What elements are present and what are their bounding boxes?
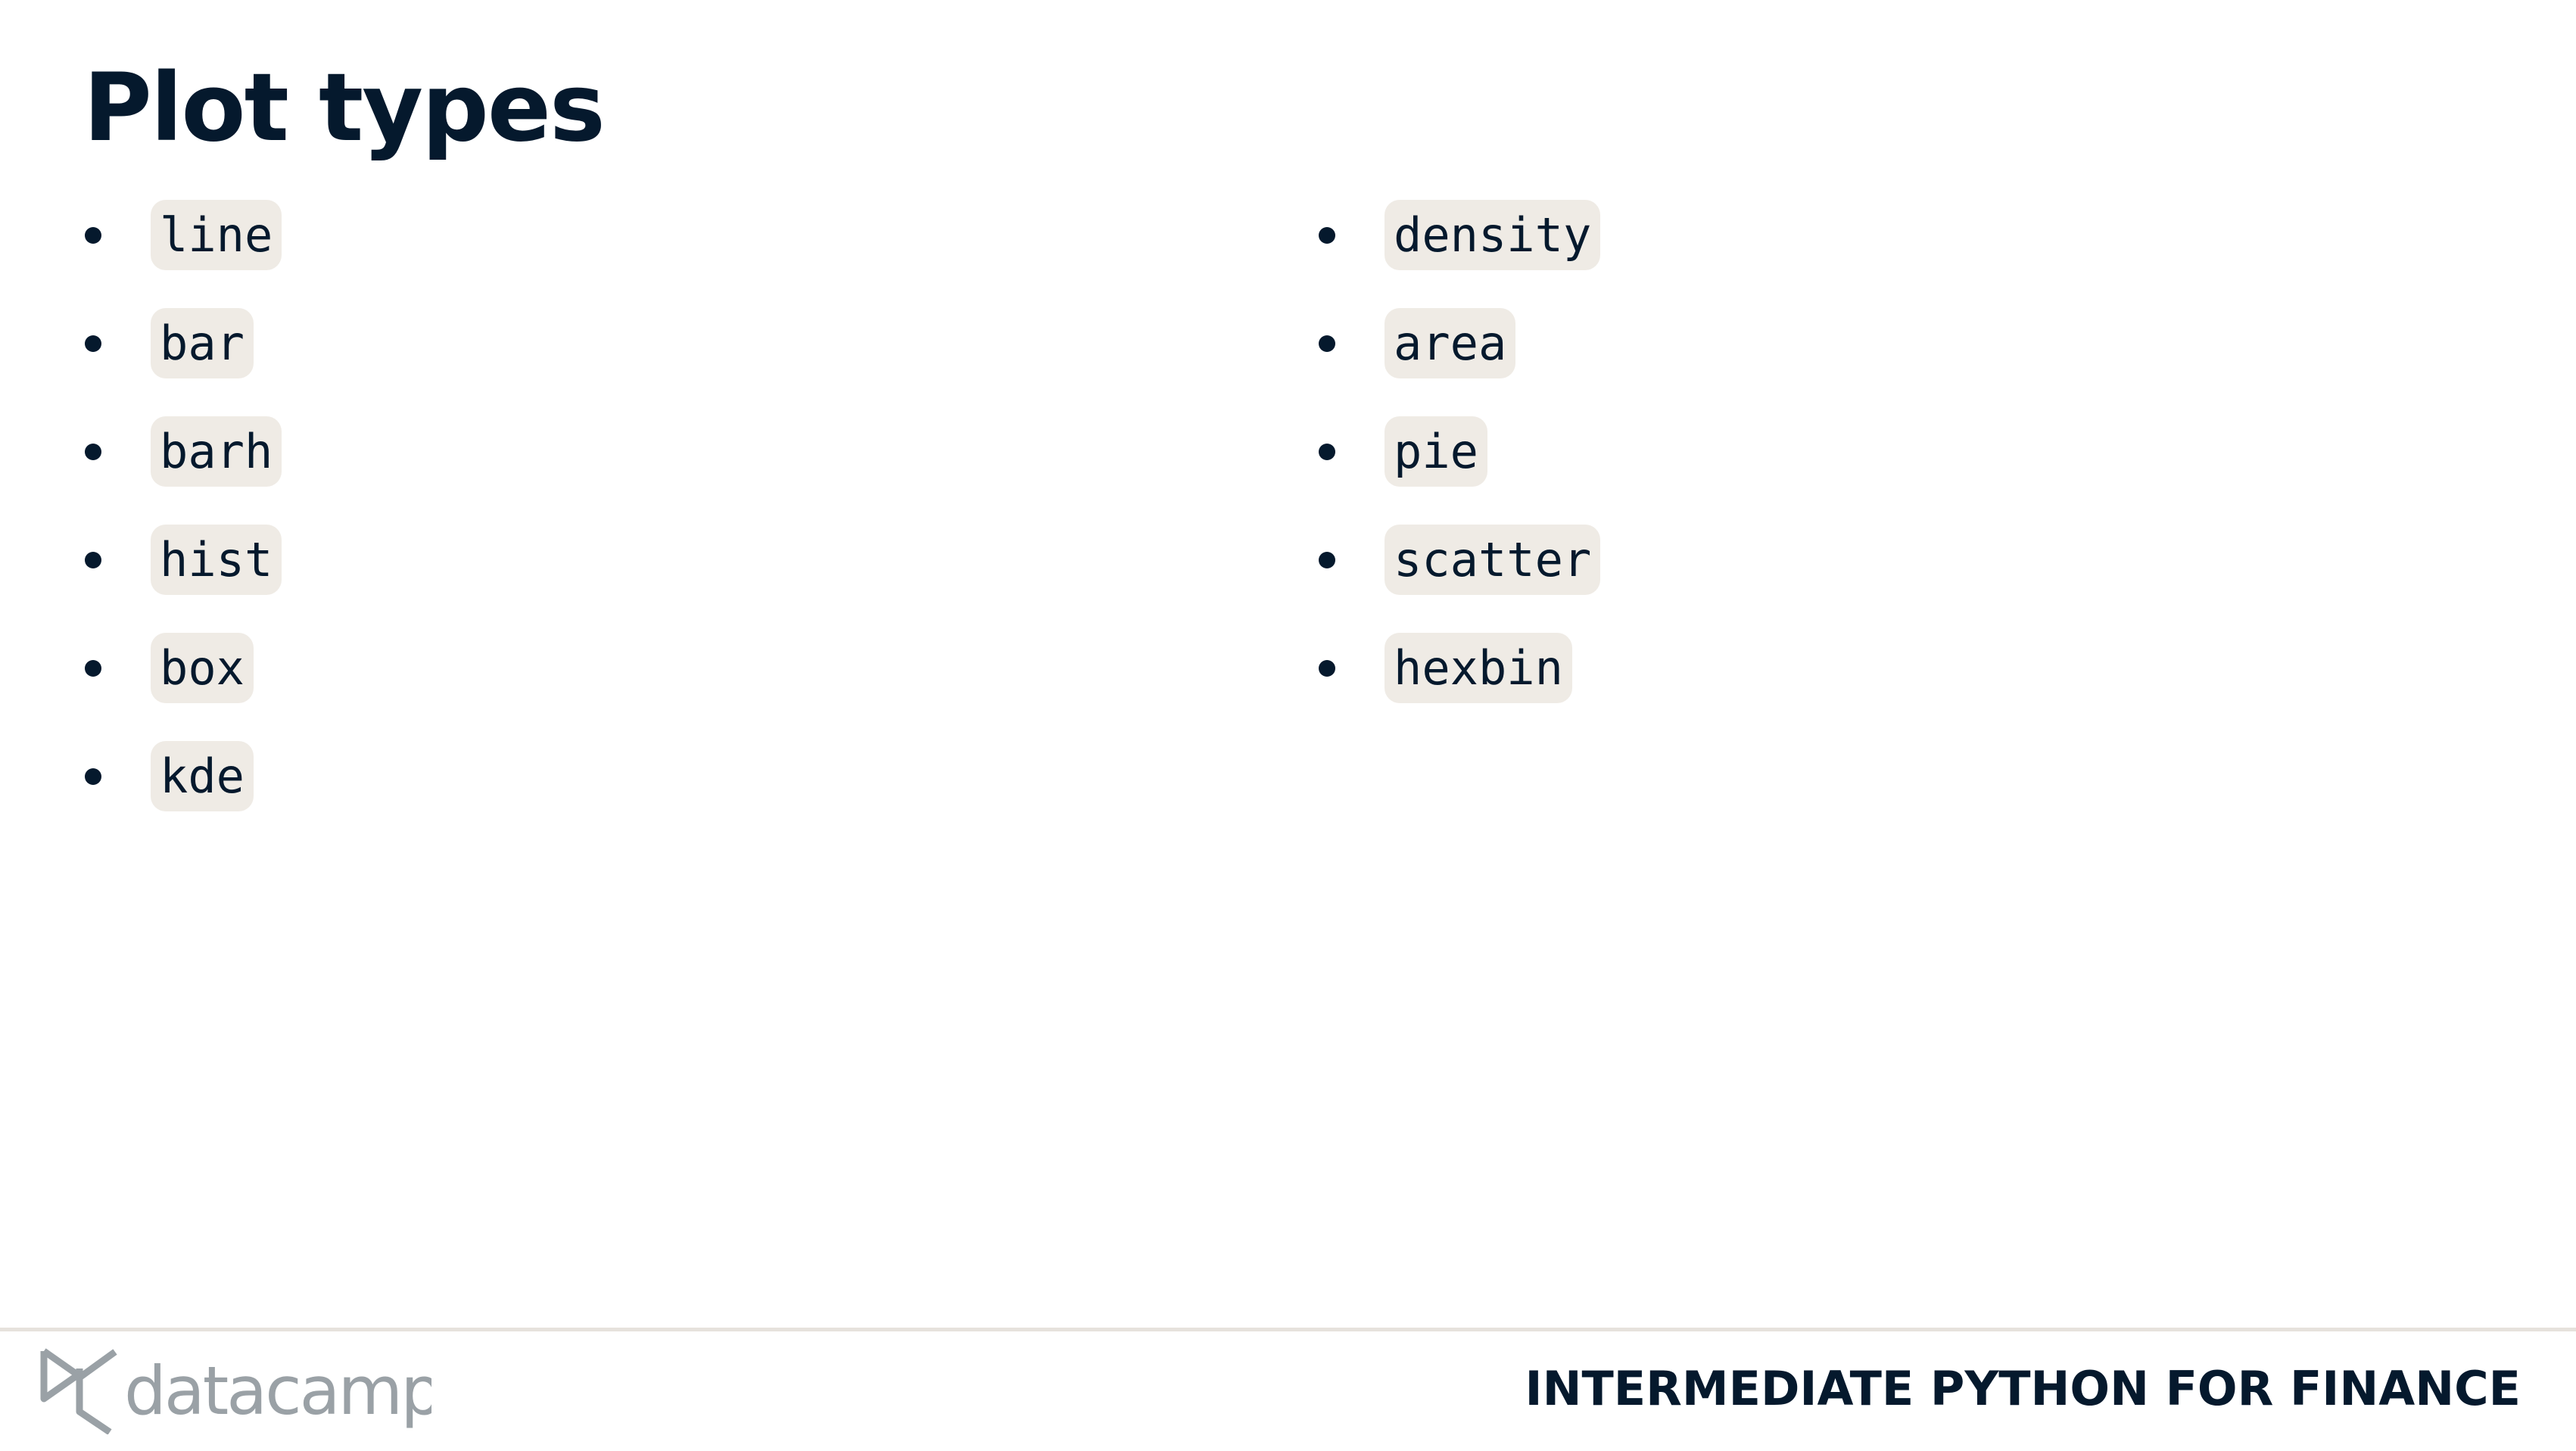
bullet-icon bbox=[1319, 335, 1335, 352]
bullet-icon bbox=[85, 659, 101, 677]
list-item: box bbox=[85, 633, 282, 703]
code-chip: barh bbox=[151, 416, 282, 487]
datacamp-logo-icon bbox=[40, 1348, 117, 1434]
code-chip: hexbin bbox=[1385, 633, 1572, 703]
list-item: pie bbox=[1319, 416, 1600, 487]
list-item: area bbox=[1319, 308, 1600, 378]
code-chip: density bbox=[1385, 200, 1601, 270]
datacamp-logo-text: datacamp bbox=[124, 1352, 431, 1430]
bullet-icon bbox=[85, 226, 101, 244]
code-chip: kde bbox=[151, 741, 254, 811]
bullet-icon bbox=[85, 443, 101, 460]
list-item: hexbin bbox=[1319, 633, 1600, 703]
course-title: INTERMEDIATE PYTHON FOR FINANCE bbox=[1525, 1361, 2521, 1416]
bullet-icon bbox=[1319, 551, 1335, 568]
plot-types-list-right: density area pie scatter hexbin bbox=[1319, 200, 1601, 741]
code-chip: hist bbox=[151, 525, 282, 595]
list-item: line bbox=[85, 200, 282, 270]
list-item: hist bbox=[85, 525, 282, 595]
list-item: barh bbox=[85, 416, 282, 487]
bullet-icon bbox=[1319, 226, 1335, 244]
slide-title: Plot types bbox=[83, 54, 606, 163]
bullet-icon bbox=[1319, 443, 1335, 460]
list-item: scatter bbox=[1319, 525, 1601, 595]
code-chip: bar bbox=[151, 308, 254, 378]
code-chip: area bbox=[1385, 308, 1516, 378]
list-item: bar bbox=[85, 308, 282, 378]
bullet-icon bbox=[85, 768, 101, 785]
bullet-icon bbox=[85, 551, 101, 568]
code-chip: pie bbox=[1385, 416, 1487, 487]
bullet-icon bbox=[1319, 659, 1335, 677]
code-chip: box bbox=[151, 633, 254, 703]
plot-types-list-left: line bar barh hist box kde bbox=[85, 200, 282, 849]
list-item: density bbox=[1319, 200, 1601, 270]
code-chip: line bbox=[151, 200, 282, 270]
list-item: kde bbox=[85, 741, 282, 811]
bullet-icon bbox=[85, 335, 101, 352]
datacamp-logo: datacamp bbox=[40, 1348, 431, 1434]
footer-divider bbox=[0, 1328, 2576, 1331]
code-chip: scatter bbox=[1385, 525, 1601, 595]
